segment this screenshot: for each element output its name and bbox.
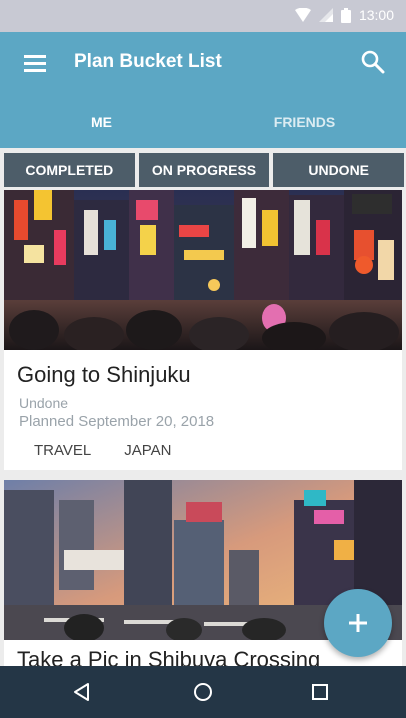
plus-icon (349, 614, 367, 632)
card-planned-date: Planned September 20, 2018 (19, 413, 215, 430)
status-bar: 13:00 (0, 0, 406, 32)
recents-button[interactable] (308, 680, 332, 704)
add-item-button[interactable] (324, 589, 392, 657)
wifi-icon (294, 8, 311, 22)
app-bar: Plan Bucket List (0, 32, 406, 94)
home-icon (194, 683, 212, 701)
filter-completed-button[interactable]: COMPLETED (4, 153, 135, 187)
card-title: Going to Shinjuku (17, 362, 191, 387)
card-tags: TRAVEL JAPAN (34, 442, 171, 459)
menu-button[interactable] (22, 51, 48, 75)
tag-japan[interactable]: JAPAN (124, 442, 171, 459)
home-button[interactable] (191, 680, 215, 704)
signal-icon (318, 8, 333, 22)
back-button[interactable] (70, 680, 94, 704)
bucket-card[interactable]: Going to Shinjuku Undone Planned Septemb… (4, 190, 402, 470)
tag-travel[interactable]: TRAVEL (34, 442, 91, 459)
card-status: Undone (19, 395, 69, 411)
back-icon (74, 683, 89, 701)
filter-on-progress-button[interactable]: ON PROGRESS (138, 153, 270, 187)
status-time: 13:00 (358, 7, 394, 23)
tab-bar: ME FRIENDS (0, 94, 406, 148)
shinjuku-photo (4, 190, 402, 350)
filter-bar: COMPLETED ON PROGRESS UNDONE (0, 148, 406, 190)
status-icons: 13:00 (294, 7, 394, 23)
app-title: Plan Bucket List (74, 51, 222, 72)
recents-icon (312, 684, 328, 700)
search-button[interactable] (360, 49, 386, 75)
battery-icon (340, 7, 351, 23)
filter-undone-button[interactable]: UNDONE (273, 153, 405, 187)
card-title: Take a Pic in Shibuya Crossing (17, 647, 321, 666)
tab-me[interactable]: ME (0, 94, 203, 148)
system-nav-bar (0, 666, 406, 718)
menu-icon (24, 55, 46, 72)
tab-friends[interactable]: FRIENDS (203, 94, 406, 148)
search-icon (361, 50, 385, 74)
